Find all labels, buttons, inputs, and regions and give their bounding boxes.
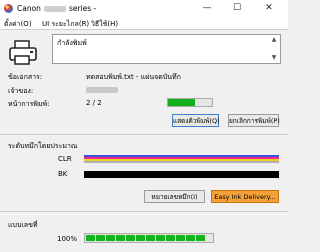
progress-segment — [106, 235, 115, 241]
pages-label: หน้าการพิมพ์: — [8, 100, 50, 108]
progress-segment — [156, 235, 165, 241]
page-progress-fill — [168, 99, 196, 106]
progress-segment — [136, 235, 145, 241]
app-icon — [4, 4, 13, 13]
maximize-icon: ☐ — [232, 3, 242, 13]
print-progress-fill — [86, 235, 212, 241]
pages-value: 2 / 2 — [86, 99, 102, 107]
title-prefix: Canon — [17, 4, 41, 13]
print-queue-button[interactable]: แสดงคิวพิมพ์(Q) — [172, 114, 220, 127]
ink-bk-bar — [84, 171, 279, 178]
ink-color-stripe — [84, 171, 279, 178]
status-message-box: กำลังพิมพ์ ▲ ▼ — [52, 34, 281, 64]
progress-segment — [196, 235, 205, 241]
ink-color-stripe — [84, 161, 279, 163]
cancel-print-button[interactable]: ยกเลิกการพิมพ์(P) — [228, 114, 280, 127]
owner-label: เจ้าของ: — [8, 87, 34, 95]
document-name: ทดสอบพิมพ์.txt - แผ่นจดบันทึก — [86, 73, 181, 81]
ink-clr-label: CLR — [58, 155, 72, 163]
minimize-button[interactable]: — — [196, 2, 218, 15]
easy-ink-delivery-button[interactable]: Easy Ink Delivery... — [211, 190, 279, 203]
menu-divider — [0, 29, 288, 30]
progress-segment — [176, 235, 185, 241]
ink-clr-bar — [84, 155, 279, 163]
progress-section-label: แบบเลขที่ — [8, 221, 38, 229]
ink-bk-label: BK — [58, 170, 68, 178]
status-message: กำลังพิมพ์ — [57, 39, 87, 47]
close-button[interactable]: ✕ — [258, 2, 280, 15]
document-label: ข้อเอกสาร: — [8, 73, 43, 81]
progress-percent: 100% — [57, 235, 78, 243]
printer-icon — [9, 40, 37, 65]
page-progress-bar — [167, 98, 213, 107]
progress-segment — [166, 235, 175, 241]
title-suffix: series - — [68, 4, 97, 13]
section-divider — [0, 134, 288, 135]
ink-level-label: ระดับหมึกโดยประมาณ — [8, 142, 78, 150]
print-progress-bar — [84, 233, 214, 243]
progress-segment — [126, 235, 135, 241]
window-title: Canon series - — [17, 4, 96, 13]
owner-value-redacted — [86, 87, 118, 93]
progress-segment — [146, 235, 155, 241]
ink-details-button[interactable]: หมายเลขหมึก(I) — [144, 190, 205, 203]
progress-segment — [96, 235, 105, 241]
progress-segment — [86, 235, 95, 241]
scroll-down-icon[interactable]: ▼ — [270, 55, 278, 61]
progress-segment — [186, 235, 195, 241]
close-icon: ✕ — [265, 3, 273, 13]
minimize-icon: — — [202, 3, 212, 13]
maximize-button[interactable]: ☐ — [226, 2, 248, 15]
redacted-model — [43, 6, 66, 12]
scroll-up-icon[interactable]: ▲ — [270, 37, 278, 43]
section-divider-2 — [0, 211, 288, 212]
progress-segment — [116, 235, 125, 241]
